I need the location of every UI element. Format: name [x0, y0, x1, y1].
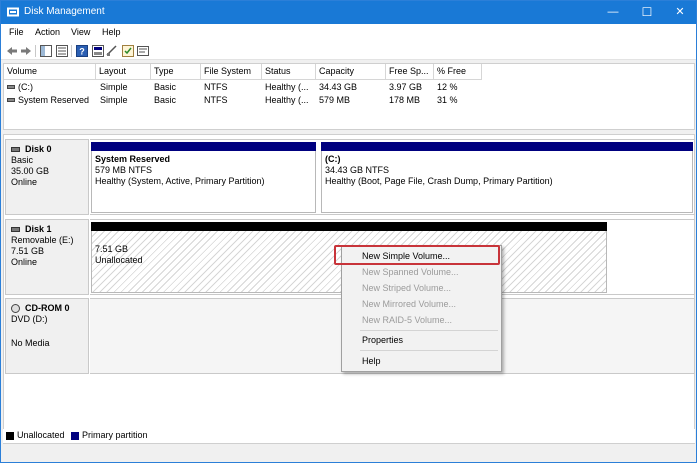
window-title: Disk Management: [24, 6, 105, 17]
cell-capacity: 579 MB: [319, 95, 351, 105]
partition-size: 34.43 GB NTFS: [325, 165, 390, 175]
maximize-button[interactable]: ☐: [630, 1, 664, 24]
cell-layout: Simple: [100, 95, 128, 105]
column-header-layout[interactable]: Layout: [96, 64, 151, 80]
disk-0-status: Online: [11, 177, 38, 187]
cell-file-system: NTFS: [204, 95, 228, 105]
cdrom-0-type: DVD (D:): [11, 314, 48, 324]
partition-name: System Reserved: [95, 154, 171, 164]
primary-partition-bar: [321, 142, 693, 151]
menu-file[interactable]: File: [9, 27, 24, 37]
menu-item-help[interactable]: Help: [342, 353, 501, 369]
close-button[interactable]: ✕: [663, 1, 696, 24]
legend-swatch-primary: [71, 432, 79, 440]
menu-item-new-raid5-volume: New RAID-5 Volume...: [362, 315, 453, 325]
disk-1-type: Removable (E:): [11, 235, 74, 245]
partition-name: (C:): [325, 154, 341, 164]
cell-type: Basic: [154, 82, 177, 92]
highlight-box: [334, 245, 500, 265]
disk-0-partitions: System Reserved 579 MB NTFS Healthy (Sys…: [90, 139, 695, 215]
toolbar: ?: [1, 42, 696, 60]
connect-icon[interactable]: [105, 44, 119, 58]
cell-percent-free: 31 %: [437, 95, 458, 105]
cell-layout: Simple: [100, 82, 128, 92]
minimize-button[interactable]: —: [596, 1, 630, 24]
volume-list: Volume Layout Type File System Status Ca…: [3, 63, 695, 130]
disk-icon: [11, 146, 20, 152]
cell-status: Healthy (...: [265, 95, 309, 105]
menu-help[interactable]: Help: [102, 27, 121, 37]
volume-icon: [7, 98, 15, 102]
cdrom-0-status: No Media: [11, 338, 50, 348]
disk-0-name: Disk 0: [25, 144, 52, 154]
partition-status: Healthy (System, Active, Primary Partiti…: [95, 176, 265, 186]
menu-item-new-striped-volume: New Striped Volume...: [362, 283, 452, 293]
menu-separator: [360, 350, 498, 351]
menu-view[interactable]: View: [71, 27, 90, 37]
cell-volume: System Reserved: [18, 95, 90, 105]
legend-primary: Primary partition: [82, 430, 148, 440]
toolbar-separator: [71, 45, 72, 57]
column-header-capacity[interactable]: Capacity: [316, 64, 386, 80]
disk-icon: [11, 226, 20, 232]
cell-free-space: 178 MB: [389, 95, 421, 105]
legend-swatch-unallocated: [6, 432, 14, 440]
menu-item-new-mirrored-volume: New Mirrored Volume...: [362, 299, 457, 309]
column-header-percent-free[interactable]: % Free: [434, 64, 482, 80]
column-header-volume[interactable]: Volume: [4, 64, 96, 80]
unallocated-bar: [91, 222, 607, 231]
cell-status: Healthy (...: [265, 82, 309, 92]
disk-management-app-icon: [7, 7, 19, 17]
column-header-type[interactable]: Type: [151, 64, 201, 80]
legend-unallocated: Unallocated: [17, 430, 65, 440]
menu-bar: File Action View Help: [1, 24, 696, 42]
table-row[interactable]: (C:) Simple Basic NTFS Healthy (... 34.4…: [4, 81, 694, 94]
properties-icon[interactable]: [55, 44, 69, 58]
console-tree-icon[interactable]: [39, 44, 53, 58]
partition-c[interactable]: (C:) 34.43 GB NTFS Healthy (Boot, Page F…: [321, 142, 693, 213]
column-header-free-space[interactable]: Free Sp...: [386, 64, 434, 80]
table-row[interactable]: System Reserved Simple Basic NTFS Health…: [4, 94, 694, 107]
cell-percent-free: 12 %: [437, 82, 458, 92]
menu-separator: [360, 330, 498, 331]
disk-management-window: Disk Management — ☐ ✕ File Action View H…: [0, 0, 697, 463]
volume-icon: [7, 85, 15, 89]
cdrom-0-label[interactable]: CD-ROM 0 DVD (D:) No Media: [5, 298, 89, 374]
cd-drive-icon: [11, 303, 20, 313]
toolbar-separator: [35, 45, 36, 57]
column-header-file-system[interactable]: File System: [201, 64, 262, 80]
disk-1-label[interactable]: Disk 1 Removable (E:) 7.51 GB Online: [5, 219, 89, 295]
legend: Unallocated Primary partition: [3, 429, 695, 443]
partition-size: 579 MB NTFS: [95, 165, 153, 175]
help-icon[interactable]: ?: [75, 44, 89, 58]
disk-1-name: Disk 1: [25, 224, 52, 234]
checklist-icon[interactable]: [121, 44, 135, 58]
partition-status: Healthy (Boot, Page File, Crash Dump, Pr…: [325, 176, 553, 186]
menu-item-new-spanned-volume: New Spanned Volume...: [362, 267, 459, 277]
cell-capacity: 34.43 GB: [319, 82, 358, 92]
disk-settings-icon[interactable]: [136, 44, 150, 58]
menu-item-properties[interactable]: Properties: [342, 332, 501, 348]
disk-1-size: 7.51 GB: [11, 246, 45, 256]
disk-0-size: 35.00 GB: [11, 166, 50, 176]
svg-text:?: ?: [79, 47, 85, 57]
forward-arrow-icon[interactable]: [19, 44, 33, 58]
disk-1-status: Online: [11, 257, 38, 267]
column-header-status[interactable]: Status: [262, 64, 316, 80]
partition-system-reserved[interactable]: System Reserved 579 MB NTFS Healthy (Sys…: [91, 142, 316, 213]
disk-0-label[interactable]: Disk 0 Basic 35.00 GB Online: [5, 139, 89, 215]
primary-partition-bar: [91, 142, 316, 151]
title-bar: Disk Management — ☐ ✕: [1, 1, 696, 24]
menu-action[interactable]: Action: [35, 27, 60, 37]
disk-0-type: Basic: [11, 155, 34, 165]
cdrom-0-name: CD-ROM 0: [25, 303, 70, 313]
cell-file-system: NTFS: [204, 82, 228, 92]
cell-free-space: 3.97 GB: [389, 82, 423, 92]
disk-view-icon[interactable]: [91, 44, 105, 58]
back-arrow-icon[interactable]: [5, 44, 19, 58]
cell-volume: (C:): [18, 82, 33, 92]
cell-type: Basic: [154, 95, 177, 105]
